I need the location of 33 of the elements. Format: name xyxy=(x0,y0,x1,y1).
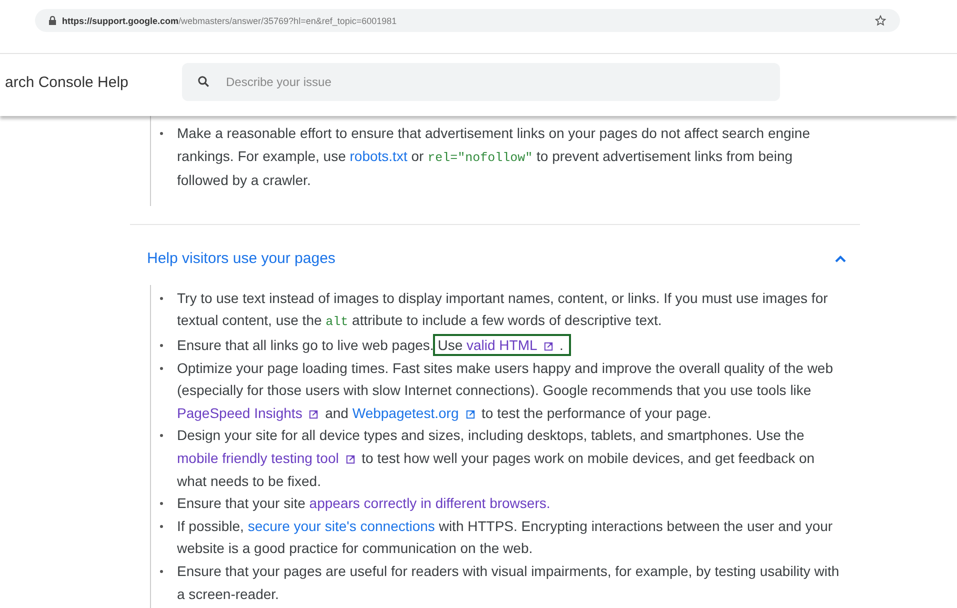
site-title: arch Console Help xyxy=(4,74,130,90)
search-field[interactable]: Describe your issue xyxy=(182,63,780,101)
star-icon[interactable] xyxy=(875,15,886,26)
url-host: https://support.google.com xyxy=(62,16,178,26)
link[interactable]: valid HTML xyxy=(466,336,556,353)
link[interactable]: secure your site's connections xyxy=(248,518,435,534)
bullet-dot xyxy=(160,366,163,370)
bullet-dot xyxy=(160,524,163,528)
list-item-text: Ensure that your site appears correctly in different browsers. xyxy=(177,495,550,512)
link[interactable]: robots.txt xyxy=(350,148,408,164)
link[interactable]: Webpagetest.org xyxy=(352,404,478,421)
list-item-text: Try to use text instead of images to display important names, content, or links. If you must use images for textual content, use the alt attribute to include a few words of descriptive text. xyxy=(177,290,828,328)
bullet-dot xyxy=(160,570,163,573)
list-item-text: Ensure that all links go to live web pages. Use valid HTML . xyxy=(177,336,564,353)
list-item-text: If possible, secure your site's connections with HTTPS. Encrypting interactions between the user and your website is a good practice for communication on the web. xyxy=(177,518,833,556)
bullet-dot xyxy=(160,502,163,506)
url-path: /webmasters/answer/35769?hl=en&ref_topic=6001981 xyxy=(178,16,397,26)
chevron-up-icon[interactable] xyxy=(835,254,846,263)
list-item-text: Optimize your page loading times. Fast sites make users happy and improve the overall quality of the web (especially for those users with slow Internet connections). Google recommends that you use tools like PageSpeed Insights and Webpagetest.org to test the performance of your page. xyxy=(177,360,833,421)
address-bar[interactable]: https://support.google.com/webmasters/answer/35769?hl=en&ref_topic=6001981 xyxy=(35,9,900,32)
list-item-text: Make a reasonable effort to ensure that advertisement links on your pages do not affect search engine rankings. For example, use robots.txt or rel="nofollow" to prevent advertisement links from being followed by a crawler. xyxy=(177,125,810,188)
search-icon xyxy=(197,75,210,88)
bullet-dot xyxy=(160,434,163,438)
list-item-text: Design your site for all device types and sizes, including desktops, tablets, and smartphones. Use the mobile friendly testing tool to test how well your pages work on mobile devices, and get feedback on what needs to be fixed. xyxy=(177,427,815,489)
link[interactable]: appears correctly in different browsers. xyxy=(309,495,550,512)
list-item-text: Ensure that your pages are useful for readers with visual impairments, for example, by testing usability with a screen-reader. xyxy=(177,562,840,602)
lock-icon xyxy=(49,16,56,25)
section-heading[interactable]: Help visitors use your pages xyxy=(147,250,336,268)
bullet-dot xyxy=(160,132,163,135)
bullet-dot xyxy=(160,344,163,347)
link[interactable]: PageSpeed Insights xyxy=(177,404,322,421)
bullet-dot xyxy=(160,296,163,300)
link[interactable]: mobile friendly testing tool xyxy=(177,450,358,466)
